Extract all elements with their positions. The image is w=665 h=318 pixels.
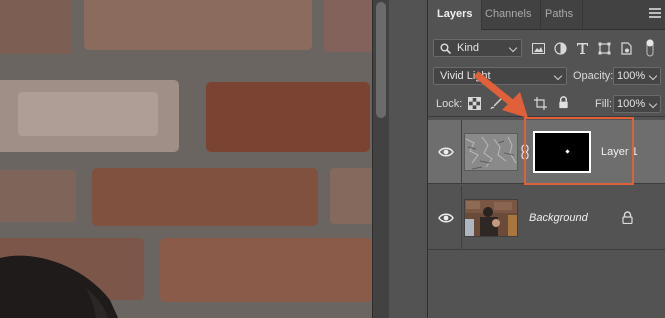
tab-layers[interactable]: Layers	[428, 0, 483, 30]
chevron-down-icon	[553, 71, 563, 81]
panel-tab-bar: Layers Channels Paths	[428, 0, 665, 30]
document-canvas[interactable]	[0, 0, 372, 318]
mask-highlight-box	[524, 117, 634, 185]
visibility-column	[428, 120, 462, 184]
layer-1-thumbnail[interactable]	[464, 133, 518, 171]
scrollbar-thumb[interactable]	[376, 2, 386, 118]
shape-layer-filter-icon[interactable]	[598, 42, 611, 55]
lock-label: Lock:	[436, 98, 463, 110]
panel-menu-icon[interactable]	[649, 8, 661, 20]
filter-kind-dropdown[interactable]: Kind	[433, 39, 522, 57]
filter-toggle-icon[interactable]	[644, 38, 656, 58]
eye-icon[interactable]	[438, 212, 454, 224]
eye-icon[interactable]	[438, 146, 454, 158]
opacity-label: Opacity:	[573, 70, 614, 82]
lock-icon	[622, 211, 633, 224]
layer-row-background[interactable]: Background	[428, 186, 665, 250]
brick-wall-photo	[0, 0, 372, 318]
panel-dock-gutter	[389, 0, 428, 318]
fill-field[interactable]: 100%	[613, 95, 661, 113]
smart-object-filter-icon[interactable]	[620, 42, 633, 55]
opacity-value: 100%	[617, 70, 646, 82]
pixel-layer-filter-icon[interactable]	[532, 42, 545, 55]
layers-panel: Layers Channels Paths Kind Vivid Light O…	[428, 0, 665, 318]
fill-label: Fill:	[595, 98, 613, 110]
visibility-column	[428, 186, 462, 250]
annotation-arrow-icon	[473, 71, 528, 118]
tab-paths[interactable]: Paths	[536, 0, 584, 29]
chevron-down-icon	[648, 99, 658, 109]
filter-kind-label: Kind	[457, 42, 480, 54]
background-thumbnail[interactable]	[464, 199, 518, 237]
chevron-down-icon	[648, 71, 658, 81]
opacity-field[interactable]: 100%	[613, 67, 661, 85]
tab-channels[interactable]: Channels	[476, 0, 542, 29]
fill-value: 100%	[617, 98, 646, 110]
lock-all-icon[interactable]	[557, 96, 570, 109]
layer-name[interactable]: Background	[529, 211, 588, 225]
type-layer-filter-icon[interactable]	[576, 42, 589, 55]
adjustment-layer-filter-icon[interactable]	[554, 42, 567, 55]
canvas-vertical-scrollbar[interactable]	[372, 0, 389, 318]
search-icon	[440, 43, 451, 54]
chevron-down-icon	[508, 43, 518, 53]
